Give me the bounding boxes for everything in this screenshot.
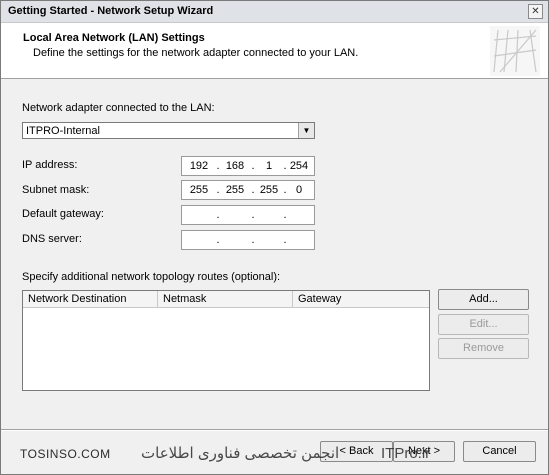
chevron-down-icon[interactable]: ▼ [298,123,314,138]
footer-divider-highlight [1,430,548,431]
routes-label: Specify additional network topology rout… [22,271,281,283]
watermark-left: TOSINSO.COM [20,447,111,461]
watermark-center: انجمن تخصصی فناوری اطلاعات [141,445,340,462]
wizard-header: Local Area Network (LAN) Settings Define… [1,23,548,79]
window-title: Getting Started - Network Setup Wizard [8,5,214,17]
add-route-button[interactable]: Add... [438,289,529,310]
ip-octet-4: 254 [289,160,309,172]
subnet-octet-3: 255 [259,184,279,196]
cancel-button[interactable]: Cancel [463,441,536,462]
adapter-label: Network adapter connected to the LAN: [22,102,215,114]
routes-table-header: Network Destination Netmask Gateway [23,291,429,308]
ip-address-label: IP address: [22,159,78,171]
page-subtitle: Define the settings for the network adap… [33,47,359,59]
page-title: Local Area Network (LAN) Settings [23,32,205,44]
octet-dot: . [216,234,220,246]
network-logo-icon [490,26,540,76]
close-button[interactable]: ✕ [528,4,543,19]
subnet-octet-2: 255 [225,184,245,196]
edit-route-button[interactable]: Edit... [438,314,529,335]
watermark-right: ITPro.ir [381,445,431,462]
wizard-window: Getting Started - Network Setup Wizard ✕… [0,0,549,475]
column-header-network-destination[interactable]: Network Destination [23,291,158,307]
octet-dot: . [283,234,287,246]
adapter-selected-value: ITPRO-Internal [26,125,100,137]
default-gateway-field[interactable]: . . . [181,205,315,225]
subnet-octet-4: 0 [295,184,303,196]
subnet-octet-1: 255 [189,184,209,196]
routes-table[interactable]: Network Destination Netmask Gateway [22,290,430,391]
dns-server-label: DNS server: [22,233,82,245]
remove-route-button[interactable]: Remove [438,338,529,359]
title-bar: Getting Started - Network Setup Wizard ✕ [1,1,548,23]
subnet-mask-label: Subnet mask: [22,184,90,196]
close-icon: ✕ [531,6,540,17]
dns-server-field[interactable]: . . . [181,230,315,250]
octet-dot: . [283,209,287,221]
default-gateway-label: Default gateway: [22,208,104,220]
column-header-gateway[interactable]: Gateway [293,291,429,307]
ip-address-field[interactable]: 192 . 168 . 1 . 254 [181,156,315,176]
ip-octet-1: 192 [189,160,209,172]
octet-dot: . [251,234,255,246]
ip-octet-2: 168 [225,160,245,172]
octet-dot: . [216,209,220,221]
ip-octet-3: 1 [265,160,273,172]
column-header-netmask[interactable]: Netmask [158,291,293,307]
adapter-select[interactable]: ITPRO-Internal ▼ [22,122,315,139]
octet-dot: . [251,209,255,221]
subnet-mask-field[interactable]: 255 . 255 . 255 . 0 [181,180,315,200]
